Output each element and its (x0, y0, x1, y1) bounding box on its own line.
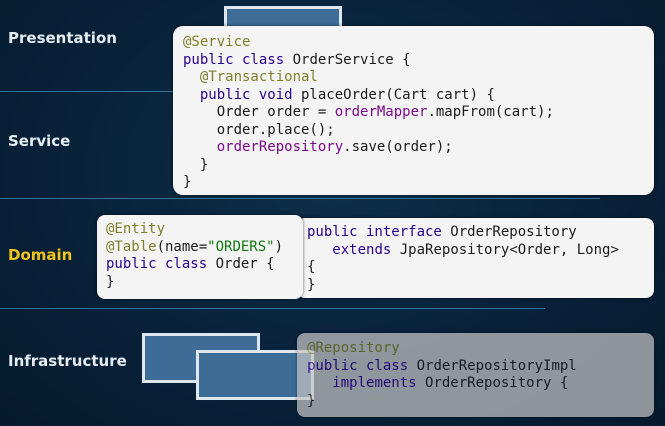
entity-code-block: @Entity @Table(name="ORDERS") public cla… (106, 221, 284, 290)
divider-presentation-service (0, 91, 180, 92)
repository-impl-card: @Repository public class OrderRepository… (297, 333, 654, 417)
divider-domain-infrastructure (0, 308, 545, 309)
layer-label-infrastructure: Infrastructure (8, 352, 127, 370)
layer-label-domain: Domain (8, 246, 73, 264)
entity-code-card: @Entity @Table(name="ORDERS") public cla… (97, 215, 303, 299)
repository-interface-card: public interface OrderRepository extends… (297, 218, 654, 298)
repository-interface-code: public interface OrderRepository extends… (307, 224, 619, 293)
layer-label-presentation: Presentation (8, 29, 117, 47)
divider-service-domain (0, 198, 600, 199)
service-code-block: @Service public class OrderService { @Tr… (183, 34, 554, 190)
layer-label-service: Service (8, 132, 71, 150)
service-code-card: @Service public class OrderService { @Tr… (173, 26, 654, 195)
repository-impl-code: @Repository public class OrderRepository… (307, 340, 577, 409)
